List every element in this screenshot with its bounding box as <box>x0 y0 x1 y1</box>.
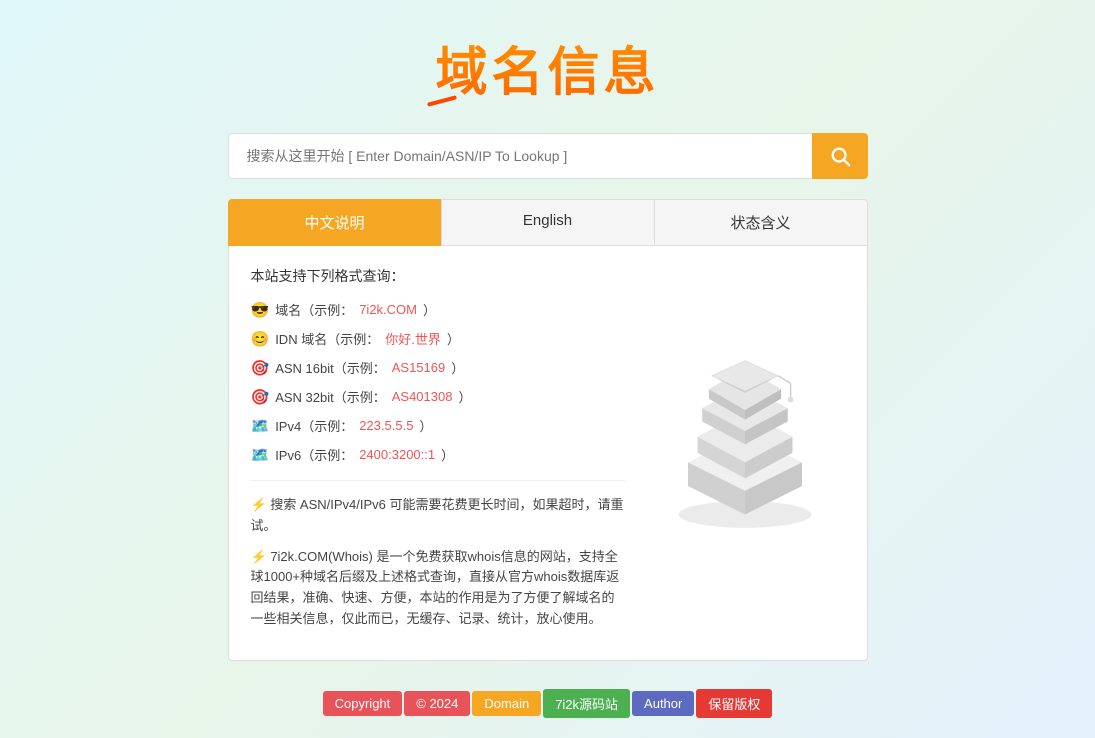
reserved-badge: 保留版权 <box>696 689 772 718</box>
logo-area: 域名信息 <box>435 30 659 105</box>
example-link-idn[interactable]: 你好.世界 <box>385 329 441 348</box>
tab-chinese[interactable]: 中文说明 <box>228 199 441 246</box>
domain-label-badge: Domain <box>472 691 541 716</box>
emoji-icon-2: 😊 <box>251 330 270 348</box>
search-icon <box>829 145 851 167</box>
footer: Copyright © 2024 Domain 7i2k源码站 Author 保… <box>323 689 773 718</box>
tab-english[interactable]: English <box>441 199 654 246</box>
page-wrapper: 域名信息 中文说明 English 状态含义 本站支持下列格式查询： 😎 域名（… <box>0 0 1095 738</box>
site-logo[interactable]: 域名信息 <box>435 30 659 105</box>
tab-status[interactable]: 状态含义 <box>654 199 868 246</box>
list-item: 😎 域名（示例：7i2k.COM） <box>251 300 625 319</box>
illustration <box>645 256 845 640</box>
example-link-domain[interactable]: 7i2k.COM <box>359 302 417 317</box>
emoji-icon-6: 🗺️ <box>251 446 270 464</box>
tip-box: ⚡ 搜索 ASN/IPv4/IPv6 可能需要花费更长时间，如果超时，请重试。 … <box>251 480 625 630</box>
content-box: 本站支持下列格式查询： 😎 域名（示例：7i2k.COM） 😊 IDN 域名（示… <box>228 246 868 661</box>
example-link-ipv4[interactable]: 223.5.5.5 <box>359 418 413 433</box>
isometric-books-icon <box>650 353 840 543</box>
content-title: 本站支持下列格式查询： <box>251 266 625 286</box>
tip-item-1: ⚡ 搜索 ASN/IPv4/IPv6 可能需要花费更长时间，如果超时，请重试。 <box>251 495 625 537</box>
list-item: 🗺️ IPv4（示例：223.5.5.5） <box>251 416 625 435</box>
tip-emoji-1: ⚡ <box>251 497 271 512</box>
copyright-badge: Copyright <box>323 691 403 716</box>
example-link-ipv6[interactable]: 2400:3200::1 <box>359 447 435 462</box>
year-badge: © 2024 <box>404 691 470 716</box>
emoji-icon-5: 🗺️ <box>251 417 270 435</box>
emoji-icon-3: 🎯 <box>251 359 270 377</box>
list-item: 🎯 ASN 16bit（示例：AS15169） <box>251 358 625 377</box>
search-area <box>228 133 868 179</box>
tip-emoji-2: ⚡ <box>251 549 271 564</box>
example-link-asn16[interactable]: AS15169 <box>392 360 446 375</box>
content-left: 本站支持下列格式查询： 😎 域名（示例：7i2k.COM） 😊 IDN 域名（示… <box>251 266 625 640</box>
domain-value-badge[interactable]: 7i2k源码站 <box>543 689 630 718</box>
author-label-badge: Author <box>632 691 694 716</box>
example-link-asn32[interactable]: AS401308 <box>392 389 453 404</box>
emoji-icon-4: 🎯 <box>251 388 270 406</box>
tip-item-2: ⚡ 7i2k.COM(Whois) 是一个免费获取whois信息的网站，支持全球… <box>251 547 625 630</box>
list-item: 🎯 ASN 32bit（示例：AS401308） <box>251 387 625 406</box>
list-item: 😊 IDN 域名（示例：你好.世界） <box>251 329 625 348</box>
tabs-area: 中文说明 English 状态含义 <box>228 199 868 246</box>
search-input[interactable] <box>228 133 812 179</box>
list-item: 🗺️ IPv6（示例：2400:3200::1） <box>251 445 625 464</box>
emoji-icon-1: 😎 <box>251 301 270 319</box>
search-button[interactable] <box>812 133 868 179</box>
